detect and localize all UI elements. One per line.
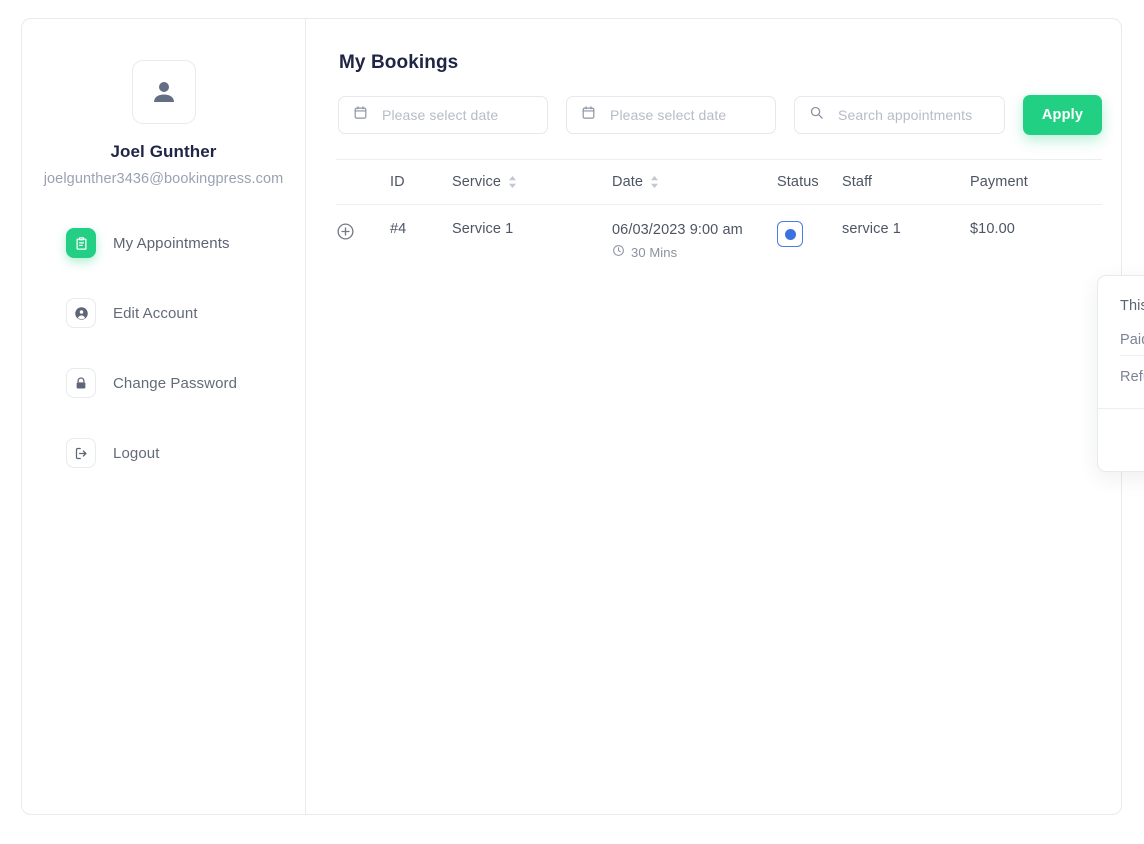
bookings-table: ID Service Date Status Staff Payment #4 … bbox=[336, 159, 1102, 278]
lock-icon bbox=[66, 368, 96, 398]
cell-payment: $10.00 bbox=[970, 221, 1015, 237]
status-badge[interactable] bbox=[777, 221, 803, 247]
th-expand bbox=[336, 159, 390, 205]
table-body: #4 Service 1 06/03/2023 9:00 am 30 Mins … bbox=[336, 205, 1102, 279]
page-title: My Bookings bbox=[339, 52, 459, 73]
cell-duration-value: 30 Mins bbox=[631, 244, 678, 260]
sidebar-item-label: Edit Account bbox=[113, 304, 198, 322]
sidebar: Joel Gunther joelgunther3436@bookingpres… bbox=[22, 19, 306, 814]
table-row: #4 Service 1 06/03/2023 9:00 am 30 Mins … bbox=[336, 205, 1102, 279]
cell-id: #4 bbox=[390, 221, 407, 237]
filter-bar: Apply bbox=[338, 95, 1102, 135]
user-name: Joel Gunther bbox=[110, 142, 217, 161]
app-root: Joel Gunther joelgunther3436@bookingpres… bbox=[0, 0, 1144, 844]
popover-body: This is a refund policy message Paid Amo… bbox=[1098, 276, 1144, 408]
th-service-label: Service bbox=[452, 174, 502, 190]
th-date-label: Date bbox=[612, 174, 644, 190]
popover-footer: Close Apply bbox=[1098, 408, 1144, 471]
cell-staff: service 1 bbox=[842, 221, 901, 237]
sidebar-item-edit-account[interactable]: Edit Account bbox=[22, 286, 305, 340]
person-icon bbox=[149, 77, 179, 107]
logout-icon bbox=[66, 438, 96, 468]
cell-status bbox=[777, 205, 842, 279]
date-to-field[interactable] bbox=[566, 96, 776, 134]
calendar-icon bbox=[353, 105, 368, 125]
cell-service: Service 1 bbox=[452, 221, 514, 237]
user-email: joelgunther3436@bookingpress.com bbox=[43, 171, 284, 187]
search-icon bbox=[809, 105, 824, 125]
apply-filter-button[interactable]: Apply bbox=[1023, 95, 1102, 135]
th-payment: Payment bbox=[970, 159, 1102, 205]
th-status-label: Status bbox=[777, 174, 819, 190]
bookings-table-wrapper: ID Service Date Status Staff Payment #4 … bbox=[336, 159, 1102, 278]
refund-amount-label: Refund Amount bbox=[1120, 369, 1144, 385]
user-circle-icon bbox=[66, 298, 96, 328]
sidebar-item-my-appointments[interactable]: My Appointments bbox=[22, 216, 305, 270]
search-field[interactable] bbox=[794, 96, 1005, 134]
avatar bbox=[131, 60, 196, 124]
plus-circle-icon[interactable] bbox=[336, 222, 356, 242]
date-to-input[interactable] bbox=[608, 106, 761, 124]
sidebar-nav: My Appointments Edit Account Change Pass… bbox=[22, 216, 305, 480]
status-dot-icon bbox=[784, 228, 796, 240]
table-head: ID Service Date Status Staff Payment bbox=[336, 159, 1102, 205]
sidebar-item-change-password[interactable]: Change Password bbox=[22, 356, 305, 410]
content-area: My Bookings Please select date Please se… bbox=[306, 19, 1144, 814]
paid-amount-label: Paid Amount bbox=[1120, 332, 1144, 348]
sort-icon[interactable] bbox=[650, 175, 659, 189]
sidebar-item-label: Logout bbox=[113, 444, 160, 462]
th-date[interactable]: Date bbox=[612, 159, 777, 205]
account-panel: Joel Gunther joelgunther3436@bookingpres… bbox=[21, 18, 1144, 815]
sort-icon[interactable] bbox=[508, 175, 517, 189]
th-payment-label: Payment bbox=[970, 174, 1028, 190]
th-id: ID bbox=[390, 159, 452, 205]
th-staff: Staff bbox=[842, 159, 970, 205]
th-staff-label: Staff bbox=[842, 174, 873, 190]
table-header-row: ID Service Date Status Staff Payment bbox=[336, 159, 1102, 205]
paid-amount-row: Paid Amount $10.00 bbox=[1120, 332, 1144, 356]
refund-policy-message: This is a refund policy message bbox=[1120, 298, 1144, 314]
cell-expand bbox=[336, 205, 390, 279]
cell-date: 06/03/2023 9:00 am 30 Mins bbox=[612, 205, 777, 279]
th-service[interactable]: Service bbox=[452, 159, 612, 205]
refund-policy-popover: This is a refund policy message Paid Amo… bbox=[1097, 275, 1144, 472]
refund-amount-row: Refund Amount $10.00 bbox=[1120, 369, 1144, 398]
th-id-label: ID bbox=[390, 174, 405, 190]
cell-date-value: 06/03/2023 9:00 am bbox=[612, 222, 743, 238]
date-from-field[interactable] bbox=[338, 96, 548, 134]
clipboard-icon bbox=[66, 228, 96, 258]
calendar-icon bbox=[581, 105, 596, 125]
clock-icon bbox=[612, 244, 625, 260]
search-input[interactable] bbox=[836, 106, 990, 124]
th-status: Status bbox=[777, 159, 842, 205]
sidebar-item-label: My Appointments bbox=[113, 234, 230, 252]
cell-duration: 30 Mins bbox=[612, 244, 777, 260]
sidebar-item-logout[interactable]: Logout bbox=[22, 426, 305, 480]
sidebar-item-label: Change Password bbox=[113, 374, 238, 392]
date-from-input[interactable] bbox=[380, 106, 533, 124]
